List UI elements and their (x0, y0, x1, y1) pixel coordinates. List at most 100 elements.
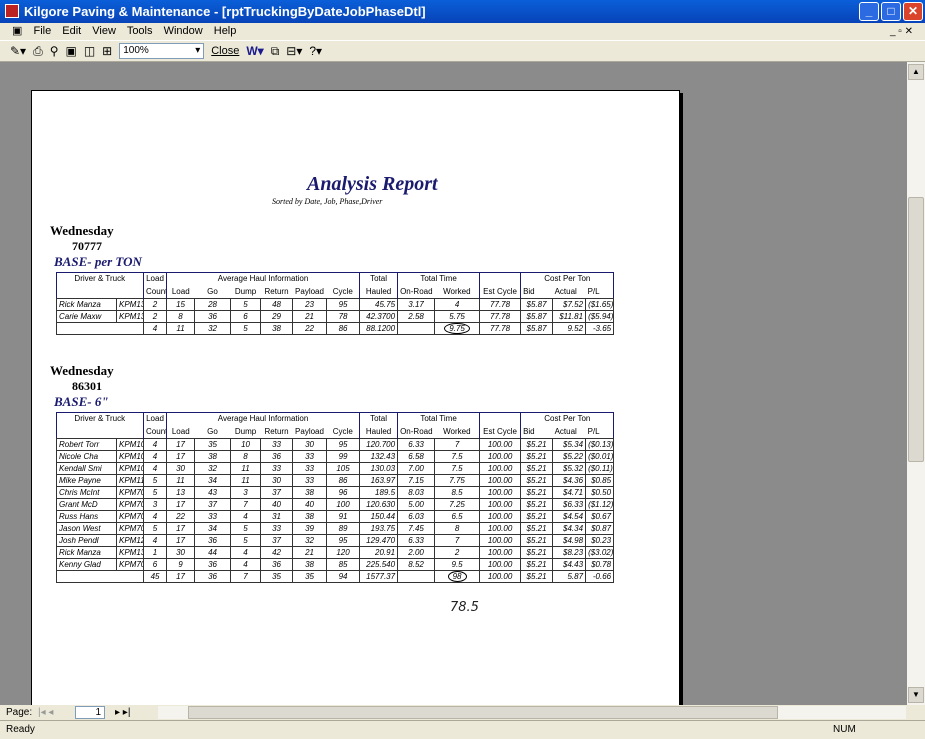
section-job: 86301 (72, 379, 102, 393)
print-icon[interactable]: ⎙ (33, 44, 43, 59)
menu-help[interactable]: Help (214, 25, 237, 37)
menu-tools[interactable]: Tools (127, 25, 153, 37)
table-row: Grant McDKPM705P3173774040100120.6305.00… (56, 497, 615, 511)
report-page: Analysis Report Sorted by Date, Job, Pha… (31, 90, 680, 705)
cell: Rick Manza (56, 297, 117, 311)
hdr-estcycle: Est Cycle (479, 425, 521, 438)
hdr-dump: Dump (234, 286, 257, 296)
cell: 33 (194, 509, 232, 523)
cell: Russ Hans (56, 509, 117, 523)
cell: 40 (260, 497, 294, 511)
scroll-thumb[interactable] (908, 197, 924, 462)
cell: 21 (292, 309, 328, 323)
cell: 3 (230, 485, 262, 499)
cell (55, 569, 145, 583)
cell: 95 (326, 533, 361, 547)
cell: 1577.37 (359, 569, 399, 583)
cell: $0.50 (585, 485, 615, 499)
cell: ($1.12) (585, 497, 615, 511)
cell: KPM132 (115, 545, 145, 559)
cell: 17 (166, 569, 196, 583)
zoom-select[interactable]: 100% (119, 43, 205, 59)
cell: 17 (166, 521, 196, 535)
close-window-button[interactable]: ✕ (903, 2, 923, 21)
cell: 100.00 (479, 557, 522, 571)
cell: 88.1200 (359, 321, 399, 335)
cell: $4.71 (552, 485, 587, 499)
cell: 39 (292, 521, 328, 535)
maximize-button[interactable]: □ (881, 2, 901, 21)
first-page-button[interactable]: |◂ ◂ (38, 705, 53, 720)
cell: 9.52 (552, 321, 587, 335)
menu-file[interactable]: File (33, 25, 51, 37)
hdr-total-time: Total Time (397, 412, 480, 425)
cell: 100.00 (479, 485, 522, 499)
two-pages-icon[interactable]: ◫ (84, 44, 95, 58)
cell: 193.75 (359, 521, 399, 535)
cell: 45.75 (359, 297, 399, 311)
cell: $11.81 (552, 309, 587, 323)
cell: 100.00 (479, 437, 522, 451)
cell: KPM706P (115, 521, 145, 535)
multiple-pages-icon[interactable]: ⊞ (102, 44, 112, 58)
database-window-icon[interactable]: ⧉ (271, 44, 280, 59)
circled-value: 98 (447, 571, 467, 581)
cell: KPM703P (115, 485, 145, 499)
cell: $5.87 (520, 297, 554, 311)
hdr-onroad: On-Road (397, 285, 435, 298)
cell: 43 (194, 485, 232, 499)
one-page-icon[interactable]: ▣ (65, 44, 76, 58)
scroll-up-arrow[interactable]: ▲ (908, 64, 924, 80)
table-subheader-row: Count Load Go Dump Return Payload Cycle Hauled O… (57, 425, 614, 438)
cell: Rick Manza (56, 545, 117, 559)
next-last-page-buttons[interactable]: ▸ ▸| (115, 705, 130, 720)
cell: 7 (230, 569, 262, 583)
cell: 17 (166, 449, 196, 463)
cell: 22 (166, 509, 196, 523)
cell: Nicole Cha (56, 449, 117, 463)
zoom-icon[interactable]: ⚲ (50, 44, 59, 58)
design-view-icon[interactable]: ✎▾ (10, 44, 26, 58)
cell: $5.21 (520, 437, 554, 451)
cell: 33 (260, 521, 294, 535)
cell: 4 (434, 297, 481, 311)
horizontal-scrollbar[interactable] (158, 706, 906, 719)
cell: 17 (166, 437, 196, 451)
cell: KPM133 (115, 309, 145, 323)
close-button[interactable]: Close (211, 45, 239, 57)
hscroll-thumb[interactable] (188, 706, 778, 719)
cell: KPM108P (115, 449, 145, 463)
cell: $4.34 (552, 521, 587, 535)
cell: KPM102P (115, 437, 145, 451)
cell: 105 (326, 461, 361, 475)
new-object-icon[interactable]: ⊟▾ (286, 44, 302, 58)
menu-window[interactable]: Window (164, 25, 203, 37)
help-icon[interactable]: ?▾ (309, 44, 322, 58)
cell: Grant McD (56, 497, 117, 511)
hdr-avg-haul: Average Haul Information (166, 272, 360, 285)
cell: $4.98 (552, 533, 587, 547)
table-row: Jason WestKPM706P517345333989193.757.458… (56, 521, 615, 535)
word-icon[interactable]: W▾ (246, 44, 263, 58)
menu-edit[interactable]: Edit (62, 25, 81, 37)
cell: 4 (143, 461, 168, 475)
cell: 33 (292, 473, 328, 487)
minimize-button[interactable]: _ (859, 2, 879, 21)
cell: 7.00 (397, 461, 436, 475)
cell: $5.21 (520, 545, 554, 559)
page-number-input[interactable]: 1 (75, 706, 105, 719)
hdr-cost-per-ton: Cost Per Ton (520, 272, 614, 285)
cell: 35 (260, 569, 294, 583)
mdi-controls[interactable]: _ ▫ ✕ (890, 23, 913, 40)
scroll-down-arrow[interactable]: ▼ (908, 687, 924, 703)
menu-view[interactable]: View (92, 25, 116, 37)
cell: $5.21 (520, 557, 554, 571)
handwritten-note: 78.5 (450, 600, 479, 615)
cell: 40 (292, 497, 328, 511)
cell: 95 (326, 437, 361, 451)
vertical-scrollbar[interactable]: ▲ ▼ (907, 62, 925, 705)
cell: 95 (326, 297, 361, 311)
cell: $5.87 (520, 321, 554, 335)
cell: 189.5 (359, 485, 399, 499)
table-row: Robert TorrKPM102P4173510333095120.7006.… (56, 437, 615, 451)
